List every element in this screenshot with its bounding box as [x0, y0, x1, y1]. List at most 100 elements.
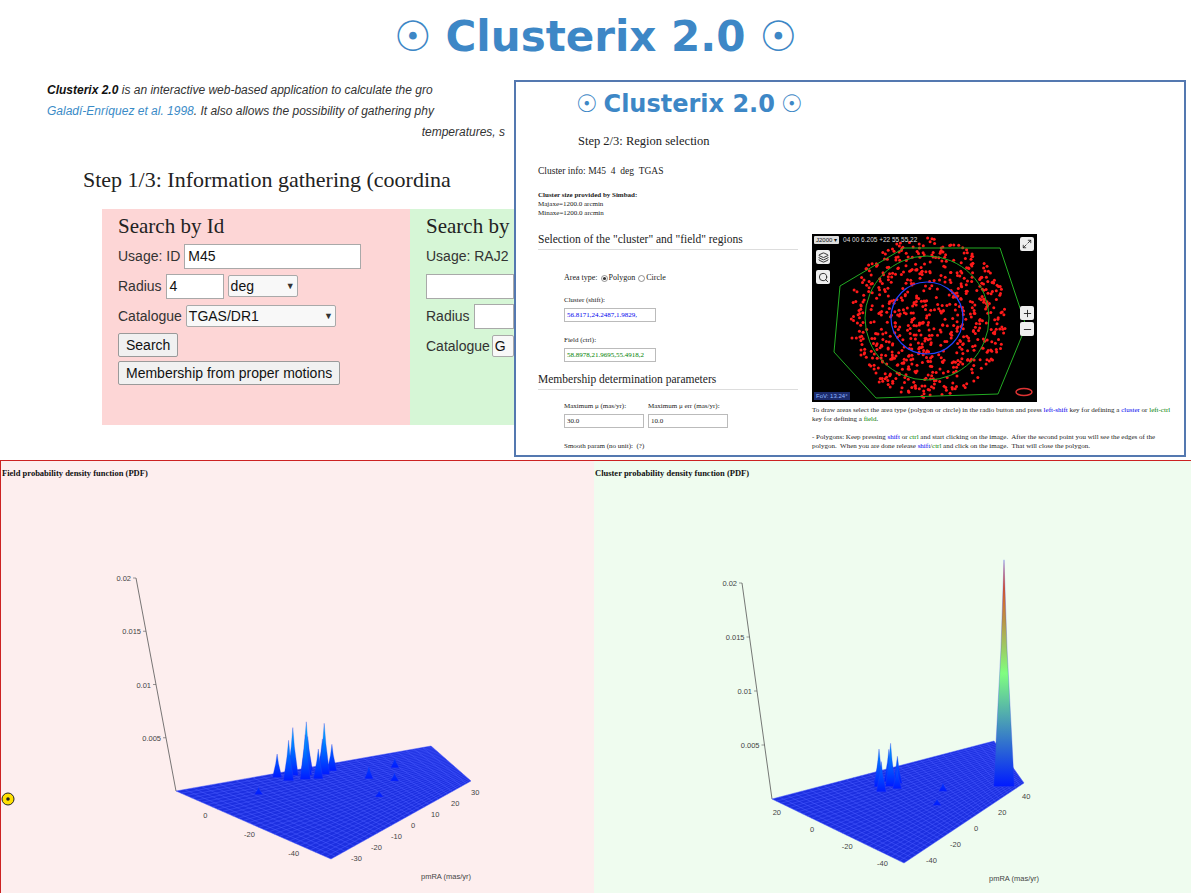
x-tick: -20 — [244, 830, 255, 839]
z-tick: 0.01 — [136, 681, 156, 690]
sun-icon[interactable] — [1, 792, 15, 806]
window-body: Step 2/3: Region selection Cluster info: … — [538, 120, 1184, 451]
radius-input[interactable]: 4 — [166, 274, 224, 299]
region-selection-window[interactable]: ☉Clusterix 2.0☉Step 2/3: Region selectio… — [514, 80, 1186, 457]
intro-text: temperatures, s — [422, 125, 505, 139]
window-logo: ☉Clusterix 2.0☉ — [570, 88, 1184, 120]
search-button[interactable] — [816, 270, 830, 284]
pdf-floor — [772, 741, 1024, 863]
pdf-peak — [994, 560, 1015, 787]
sky-column: J2000 ▾ 04 00 6.205 +22 55 55.22 FoV: 13.2… — [812, 234, 1184, 451]
y-tick: -20 — [950, 840, 961, 849]
svg-text:0.02: 0.02 — [116, 574, 131, 583]
sky-viewer[interactable]: J2000 ▾ 04 00 6.205 +22 55 55.22 FoV: 13.2… — [812, 234, 1037, 402]
pdf-peak — [375, 791, 383, 797]
x-axis-label: pmRA (mas/yr) — [421, 872, 472, 881]
fov-label: FoV: 13.24° — [814, 392, 850, 400]
y-tick: 10 — [431, 810, 439, 819]
frame-select[interactable]: J2000 ▾ — [814, 236, 839, 244]
search-by-id: Search by Id Usage: IDM45 Radius4deg▼ Catal… — [102, 209, 410, 425]
param-input[interactable]: 30.0 — [564, 414, 644, 428]
cluster-info: Cluster info: M45 4 deg TGAS — [538, 165, 804, 177]
cluster-label: Cluster (shift): — [564, 296, 804, 305]
catalogue-row: CatalogueTGAS/DR1▼ — [118, 303, 410, 329]
section-heading: Membership determination parameters — [538, 372, 798, 390]
intro-line: temperatures, s — [47, 122, 505, 143]
expand-button[interactable] — [1020, 237, 1034, 251]
pdf-peak — [283, 740, 293, 780]
catalogue-select[interactable]: TGAS/DR1▼ — [186, 305, 336, 327]
z-tick: 0.015 — [726, 633, 750, 642]
y-tick: -40 — [926, 856, 937, 865]
pdf-panels: Field probability density function (PDF)… — [0, 460, 1191, 893]
svg-text:0.005: 0.005 — [142, 734, 161, 743]
help-text: To draw areas select the area type (poly… — [812, 406, 1180, 451]
x-tick: 0 — [203, 811, 207, 820]
box-title: Search by — [426, 213, 514, 239]
box-title: Search by Id — [118, 213, 410, 239]
radius-input[interactable] — [474, 304, 514, 329]
pdf-peak — [876, 762, 886, 792]
field-input[interactable]: 58.8978,21.9695,55.4918,2 — [564, 348, 656, 362]
svg-text:0.01: 0.01 — [136, 681, 151, 690]
area-type-option[interactable]: Polygon — [601, 272, 636, 284]
radius-row: Radius — [426, 303, 514, 329]
layers-button[interactable] — [816, 250, 830, 264]
pdf-surface-chart[interactable]: 0.020.0150.010.005200-20-4040200-20-40pm… — [594, 478, 1191, 893]
search-button[interactable]: Search — [118, 333, 178, 357]
svg-text:0.02: 0.02 — [722, 579, 737, 588]
area-type-option[interactable]: Circle — [638, 272, 666, 284]
zoom-out-button[interactable] — [1020, 322, 1034, 336]
minus-icon — [1022, 324, 1033, 335]
unit-select[interactable]: deg▼ — [228, 275, 298, 297]
intro-line: Galadí-Enríquez et al. 1998. It also all… — [47, 101, 505, 122]
pdf-surface-chart[interactable]: 0.020.0150.010.0050-20-403020100-10-20-3… — [1, 478, 594, 893]
reference-link[interactable]: Galadí-Enríquez et al. 1998 — [47, 104, 194, 118]
radio-icon[interactable] — [638, 275, 645, 282]
step1-page: ☉Clusterix 2.0☉Clusterix 2.0 is an inter… — [0, 0, 1191, 460]
pdf-title: Cluster probability density function (PD… — [594, 461, 1191, 478]
area-type-row: Area type:PolygonCircle — [564, 272, 804, 284]
size-line: Minaxe=1200.0 arcmin — [538, 209, 804, 218]
zoom-in-button[interactable] — [1020, 306, 1034, 320]
section-heading: Selection of the "cluster" and "field" r… — [538, 232, 798, 250]
usage-row: Usage: IDM45 — [118, 243, 410, 269]
x-tick: -40 — [877, 859, 888, 868]
region-form: Step 2/3: Region selection Cluster info: … — [538, 120, 804, 451]
x-tick: -40 — [288, 849, 299, 858]
field-polygon — [834, 248, 1026, 398]
catalogue-select[interactable]: G — [492, 335, 514, 357]
size-heading: Cluster size provided by Simbad: — [538, 191, 804, 200]
svg-text:0.015: 0.015 — [122, 627, 141, 636]
z-tick: 0.005 — [142, 734, 166, 743]
z-tick: 0.015 — [122, 627, 146, 636]
membership-button[interactable]: Membership from proper motions — [118, 361, 340, 385]
svg-text:0.015: 0.015 — [726, 633, 745, 642]
z-tick: 0.005 — [741, 741, 765, 750]
smooth-row: Smooth param (no unit): (?) — [564, 428, 804, 451]
coords-input[interactable] — [426, 274, 514, 299]
y-tick: 0 — [974, 824, 978, 833]
expand-icon — [1022, 239, 1032, 249]
sky-map[interactable] — [812, 234, 1037, 402]
param-input[interactable]: 10.0 — [648, 414, 728, 428]
pdf-peak — [313, 749, 323, 779]
field-circle — [865, 256, 989, 380]
smooth-label: Smooth param (no unit): (?) — [564, 442, 804, 451]
page-logo: ☉Clusterix 2.0☉ — [0, 0, 1191, 68]
y-tick: 30 — [471, 788, 479, 797]
intro-text: is an interactive web-based application … — [118, 83, 432, 97]
field-label: Field (ctrl): — [564, 336, 804, 345]
cluster-circle — [891, 282, 963, 354]
magnifier-icon — [818, 272, 829, 283]
pdf-title: Field probability density function (PDF) — [1, 461, 594, 478]
cluster-input[interactable]: 56.8171,24.2487,1.9829, — [564, 308, 656, 322]
radius-row: Radius4deg▼ — [118, 273, 410, 299]
radio-icon[interactable] — [601, 275, 608, 282]
param: Maximum μ (mas/yr):30.0 — [564, 402, 646, 428]
pdf-peak — [365, 766, 374, 779]
step-heading: Step 2/3: Region selection — [578, 134, 804, 149]
id-input[interactable]: M45 — [184, 244, 361, 269]
viewer-coords: 04 00 6.205 +22 55 55.22 — [843, 236, 917, 244]
pdf-peak — [933, 799, 941, 805]
